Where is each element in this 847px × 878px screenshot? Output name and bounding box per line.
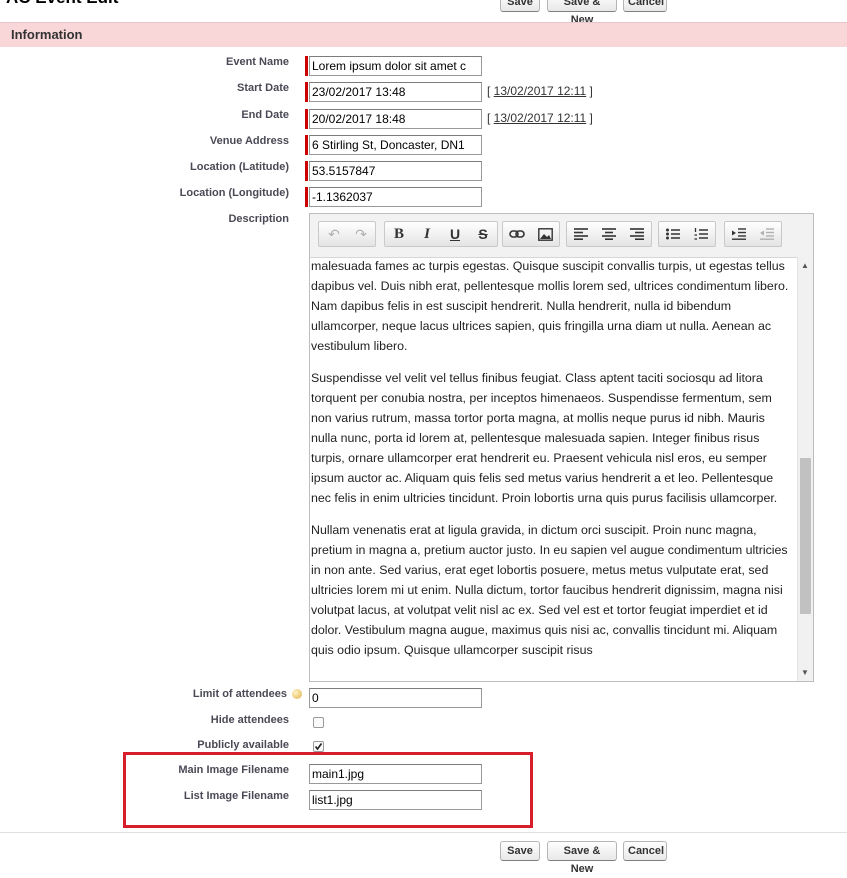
description-paragraph: malesuada fames ac turpis egestas. Quisq… [311, 259, 789, 353]
undo-icon[interactable]: ↶ [321, 222, 347, 246]
align-left-icon[interactable] [568, 222, 594, 246]
numbered-list-icon[interactable] [688, 222, 714, 246]
required-indicator [305, 135, 308, 155]
bulleted-list-icon[interactable] [660, 222, 686, 246]
redo-icon[interactable]: ↷ [348, 222, 374, 246]
description-label: Description [228, 213, 289, 225]
main-image-filename-input[interactable] [309, 764, 482, 784]
save-button-top[interactable]: Save [500, 0, 540, 12]
start-date-today-link[interactable]: 13/02/2017 12:11 [494, 84, 587, 98]
underline-icon[interactable]: U [442, 222, 468, 246]
save-new-button-top[interactable]: Save & New [547, 0, 617, 26]
latitude-label: Location (Latitude) [190, 161, 289, 173]
align-right-icon[interactable] [624, 222, 650, 246]
description-paragraph: Suspendisse vel velit vel tellus finibus… [311, 371, 778, 505]
end-date-label: End Date [241, 109, 289, 121]
image-icon[interactable] [532, 222, 558, 246]
end-date-today-link[interactable]: 13/02/2017 12:11 [494, 111, 587, 125]
required-indicator [305, 187, 308, 207]
align-button-group [566, 221, 652, 247]
end-date-today-link-wrapper: [ 13/02/2017 12:11 ] [487, 111, 593, 125]
scroll-down-arrow-icon[interactable]: ▼ [801, 668, 809, 677]
cancel-button[interactable]: Cancel [623, 841, 667, 861]
scrollbar-thumb[interactable] [800, 458, 811, 614]
section-title: Information [11, 27, 83, 42]
check-icon [314, 743, 323, 751]
help-icon[interactable] [292, 689, 302, 699]
main-image-filename-label: Main Image Filename [178, 764, 289, 776]
required-indicator [305, 109, 308, 129]
description-paragraph: Nullam venenatis erat at ligula gravida,… [311, 523, 788, 657]
venue-address-input[interactable] [309, 135, 482, 155]
scroll-up-arrow-icon[interactable]: ▲ [801, 261, 809, 270]
page-title: AC Event Edit [6, 0, 118, 8]
format-button-group: B I U S [384, 221, 498, 247]
section-divider [0, 832, 847, 833]
indent-icon[interactable] [726, 222, 752, 246]
required-indicator [305, 82, 308, 102]
longitude-label: Location (Longitude) [179, 187, 289, 199]
align-center-icon[interactable] [596, 222, 622, 246]
venue-address-label: Venue Address [209, 135, 289, 147]
strikethrough-icon[interactable]: S [470, 222, 496, 246]
required-indicator [305, 161, 308, 181]
end-date-input[interactable] [309, 109, 482, 129]
list-button-group [658, 221, 716, 247]
start-date-label: Start Date [237, 82, 289, 94]
hide-attendees-label: Hide attendees [210, 714, 289, 726]
link-icon[interactable] [504, 222, 530, 246]
limit-attendees-label: Limit of attendees [192, 688, 287, 700]
limit-attendees-input[interactable] [309, 688, 482, 708]
list-image-filename-label: List Image Filename [183, 790, 289, 802]
start-date-input[interactable] [309, 82, 482, 102]
hide-attendees-checkbox[interactable] [313, 717, 324, 728]
indent-button-group [724, 221, 782, 247]
start-date-today-link-wrapper: [ 13/02/2017 12:11 ] [487, 84, 593, 98]
required-indicator [305, 56, 308, 76]
publicly-available-label: Publicly available [197, 739, 289, 751]
section-header: Information [0, 22, 847, 47]
description-rich-text-editor[interactable]: ↶ ↷ B I U S malesuada fames ac turpis eg… [309, 213, 814, 682]
cancel-button-top[interactable]: Cancel [623, 0, 667, 12]
event-name-label: Event Name [226, 56, 289, 68]
publicly-available-checkbox[interactable] [313, 741, 324, 752]
bold-icon[interactable]: B [386, 222, 412, 246]
save-new-button[interactable]: Save & New [547, 841, 617, 875]
list-image-filename-input[interactable] [309, 790, 482, 810]
italic-icon[interactable]: I [414, 222, 440, 246]
event-name-input[interactable] [309, 56, 482, 76]
latitude-input[interactable] [309, 161, 482, 181]
outdent-icon[interactable] [754, 222, 780, 246]
history-button-group: ↶ ↷ [318, 221, 376, 247]
editor-toolbar: ↶ ↷ B I U S [310, 214, 813, 258]
insert-button-group [502, 221, 560, 247]
editor-content[interactable]: malesuada fames ac turpis egestas. Quisq… [310, 257, 797, 681]
editor-scrollbar[interactable]: ▲ ▼ [797, 257, 813, 681]
save-button[interactable]: Save [500, 841, 540, 861]
longitude-input[interactable] [309, 187, 482, 207]
